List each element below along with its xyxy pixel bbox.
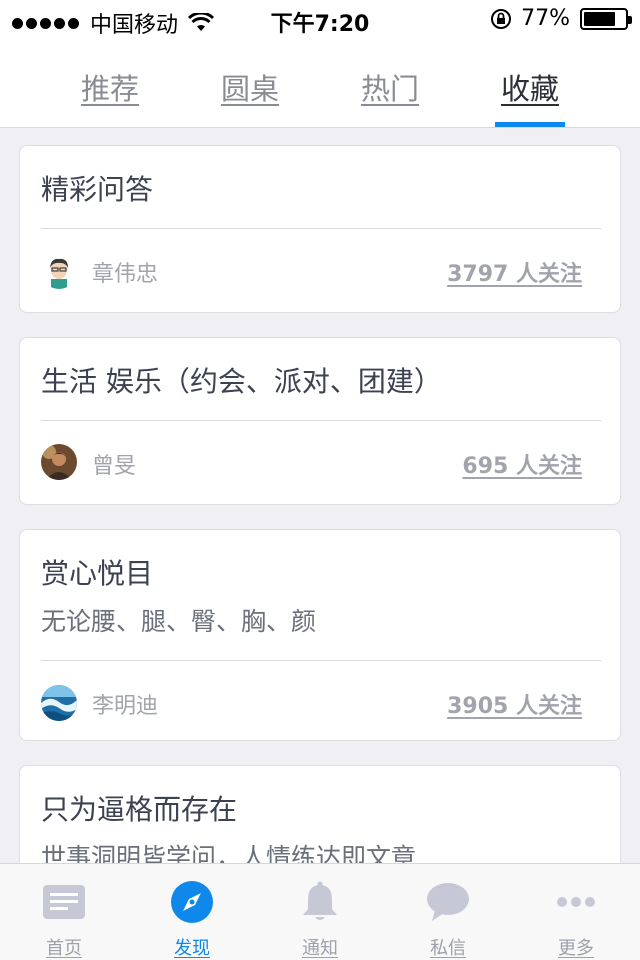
cartoon-face-icon	[41, 253, 77, 289]
battery-icon	[580, 7, 632, 30]
card-divider	[41, 228, 601, 229]
ocean-wave-icon	[41, 685, 77, 721]
bottom-tab-discover[interactable]: 发现	[128, 864, 256, 960]
status-right: 77%	[489, 6, 632, 31]
bottom-tab-label: 更多	[558, 938, 594, 959]
bell-icon	[303, 881, 337, 920]
tab-hot[interactable]: 热门	[340, 66, 440, 108]
top-tab-bar: 推荐 圆桌 热门 收藏	[0, 40, 640, 128]
collection-title[interactable]: 生活 娱乐（约会、派对、团建）	[41, 360, 442, 400]
card-divider	[41, 660, 601, 661]
tab-collections[interactable]: 收藏	[480, 66, 580, 108]
bottom-tab-bar: 首页 发现 通知 私信 更多	[0, 863, 640, 960]
collection-title[interactable]: 精彩问答	[41, 168, 153, 208]
follower-count[interactable]: 3905 人关注	[447, 688, 582, 720]
collection-card[interactable]: 生活 娱乐（约会、派对、团建） 曾旻 695 人关注	[19, 337, 621, 505]
status-bar: 中国移动 下午7:20 77%	[0, 0, 640, 40]
bottom-tab-label: 首页	[46, 938, 82, 959]
collection-card[interactable]: 赏心悦目 无论腰、腿、臀、胸、颜 李明迪 3905 人关注	[19, 529, 621, 741]
collection-title[interactable]: 赏心悦目	[41, 552, 153, 592]
collection-feed[interactable]: 精彩问答 章伟忠 3797 人关注 生活 娱乐（约会、派对、团建） 曾旻 695…	[0, 129, 640, 863]
bottom-tab-label: 私信	[430, 938, 466, 959]
avatar[interactable]	[41, 685, 77, 721]
avatar[interactable]	[41, 253, 77, 289]
tab-recommend[interactable]: 推荐	[60, 66, 160, 108]
author-name[interactable]: 曾旻	[92, 448, 136, 480]
document-icon	[43, 885, 85, 919]
person-photo-icon	[41, 444, 77, 480]
battery-percent: 77%	[521, 6, 570, 31]
card-divider	[41, 420, 601, 421]
collection-card[interactable]: 只为逼格而存在 世事洞明皆学问，人情练达即文章	[19, 765, 621, 863]
follower-count[interactable]: 3797 人关注	[447, 256, 582, 288]
active-tab-indicator	[495, 122, 565, 127]
avatar[interactable]	[41, 444, 77, 480]
chat-bubble-icon	[427, 883, 469, 921]
author-name[interactable]: 章伟忠	[92, 256, 158, 288]
bottom-tab-messages[interactable]: 私信	[384, 864, 512, 960]
collection-card[interactable]: 精彩问答 章伟忠 3797 人关注	[19, 145, 621, 313]
author-name[interactable]: 李明迪	[92, 688, 158, 720]
bottom-tab-notifications[interactable]: 通知	[256, 864, 384, 960]
bottom-tab-home[interactable]: 首页	[0, 864, 128, 960]
tab-roundtable[interactable]: 圆桌	[200, 66, 300, 108]
rotation-lock-icon	[491, 8, 512, 29]
collection-description: 世事洞明皆学问，人情练达即文章	[41, 843, 417, 863]
follower-count[interactable]: 695 人关注	[462, 448, 582, 480]
more-dots-icon	[557, 897, 595, 907]
bottom-tab-label: 通知	[302, 938, 338, 959]
bottom-tab-more[interactable]: 更多	[512, 864, 640, 960]
battery-level	[584, 11, 615, 26]
collection-description: 无论腰、腿、臀、胸、颜	[41, 607, 317, 636]
collection-title[interactable]: 只为逼格而存在	[41, 788, 237, 828]
bottom-tab-label: 发现	[174, 938, 210, 959]
compass-icon	[171, 881, 213, 923]
